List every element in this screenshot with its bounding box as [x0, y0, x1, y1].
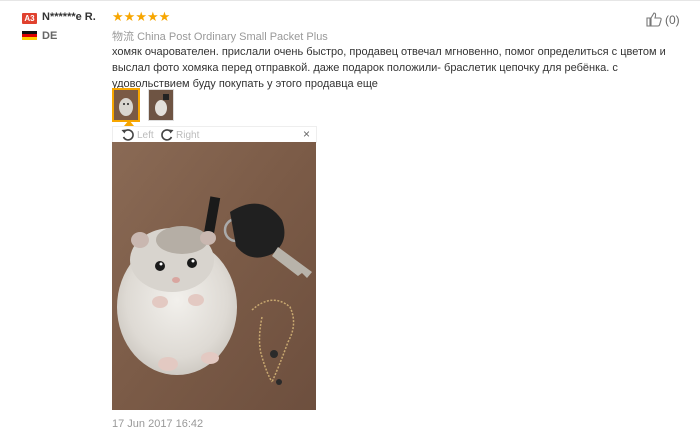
review-photo	[112, 142, 316, 410]
germany-flag-icon	[22, 31, 37, 40]
shipping-method: China Post Ordinary Small Packet Plus	[137, 31, 328, 43]
rotate-left-icon	[121, 129, 134, 141]
top-divider	[0, 0, 700, 1]
star-icon: ★	[158, 9, 171, 24]
review-text: хомяк очарователен. прислали очень быстр…	[112, 46, 666, 90]
star-rating: ★ ★ ★ ★ ★	[112, 10, 170, 24]
reviewer-name: N******e R.	[42, 11, 96, 23]
shipping-label: 物流	[112, 31, 134, 43]
reviewer-country: DE	[42, 30, 58, 42]
review-thumbnail-2[interactable]	[148, 89, 174, 121]
thumbs-up-icon	[646, 12, 662, 27]
star-icon: ★	[123, 9, 136, 24]
review-date: 17 Jun 2017 16:42	[112, 418, 204, 430]
buyer-level-badge: A3	[22, 13, 37, 24]
rotate-right-button[interactable]: Right	[160, 128, 199, 142]
helpful-button[interactable]: (0)	[646, 12, 680, 27]
rotate-left-button[interactable]: Left	[121, 128, 154, 142]
star-icon: ★	[135, 9, 147, 24]
close-viewer-button[interactable]: ×	[303, 127, 310, 141]
shipping-info: 物流 China Post Ordinary Small Packet Plus	[112, 28, 328, 44]
star-icon: ★	[146, 9, 159, 24]
helpful-count: (0)	[665, 12, 680, 27]
star-icon: ★	[112, 9, 124, 24]
rotate-right-label: Right	[176, 129, 200, 141]
review-thumbnail-1[interactable]	[112, 88, 140, 122]
rotate-right-icon	[161, 129, 174, 141]
image-viewer-toolbar: Left Right ×	[112, 126, 317, 143]
rotate-left-label: Left	[137, 129, 154, 141]
